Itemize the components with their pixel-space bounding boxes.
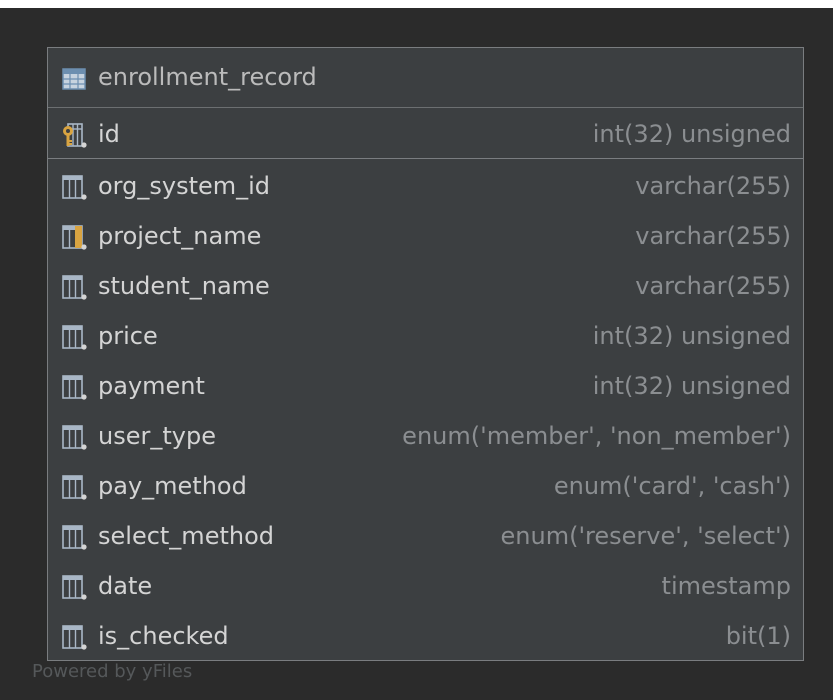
column-row[interactable]: user_type enum('member', 'non_member')	[48, 412, 803, 460]
column-icon	[62, 525, 88, 555]
table-node-header[interactable]: enrollment_record	[48, 48, 803, 108]
column-type: varchar(255)	[635, 172, 791, 200]
column-icon	[62, 425, 88, 455]
column-name: id	[98, 120, 120, 148]
column-name: user_type	[98, 422, 216, 450]
column-icon	[62, 275, 88, 305]
column-type: varchar(255)	[635, 272, 791, 300]
column-type: int(32) unsigned	[592, 322, 791, 350]
column-name: payment	[98, 372, 205, 400]
column-icon	[62, 625, 88, 655]
column-type: enum('reserve', 'select')	[500, 522, 791, 550]
column-icon	[62, 575, 88, 605]
column-name: is_checked	[98, 622, 229, 650]
primary-key-column-icon	[62, 123, 88, 153]
column-row[interactable]: select_method enum('reserve', 'select')	[48, 512, 803, 560]
table-grid-icon	[62, 68, 86, 94]
primary-key-row[interactable]: id int(32) unsigned	[48, 110, 803, 159]
column-row[interactable]: is_checked bit(1)	[48, 612, 803, 660]
column-row[interactable]: date timestamp	[48, 562, 803, 610]
column-name: date	[98, 572, 153, 600]
column-row[interactable]: org_system_id varchar(255)	[48, 162, 803, 210]
column-type: enum('card', 'cash')	[553, 472, 791, 500]
column-icon	[62, 475, 88, 505]
column-icon	[62, 375, 88, 405]
column-row[interactable]: project_name varchar(255)	[48, 212, 803, 260]
column-row[interactable]: price int(32) unsigned	[48, 312, 803, 360]
diagram-canvas: enrollment_record id int(32) unsigned or…	[0, 0, 833, 700]
column-row[interactable]: payment int(32) unsigned	[48, 362, 803, 410]
watermark-text: Powered by yFiles	[32, 661, 193, 682]
top-strip	[0, 0, 833, 8]
column-type: enum('member', 'non_member')	[402, 422, 791, 450]
column-type: int(32) unsigned	[592, 372, 791, 400]
column-type: varchar(255)	[635, 222, 791, 250]
column-name: project_name	[98, 222, 262, 250]
column-type: int(32) unsigned	[592, 120, 791, 148]
column-icon	[62, 325, 88, 355]
column-row[interactable]: student_name varchar(255)	[48, 262, 803, 310]
column-name: org_system_id	[98, 172, 271, 200]
column-name: select_method	[98, 522, 274, 550]
column-name: pay_method	[98, 472, 247, 500]
table-title: enrollment_record	[98, 63, 317, 91]
index-column-icon	[62, 225, 88, 255]
column-name: student_name	[98, 272, 270, 300]
column-type: timestamp	[661, 572, 791, 600]
column-row[interactable]: pay_method enum('card', 'cash')	[48, 462, 803, 510]
column-icon	[62, 175, 88, 205]
column-name: price	[98, 322, 158, 350]
column-type: bit(1)	[725, 622, 791, 650]
table-node-enrollment-record[interactable]: enrollment_record id int(32) unsigned or…	[47, 47, 804, 661]
